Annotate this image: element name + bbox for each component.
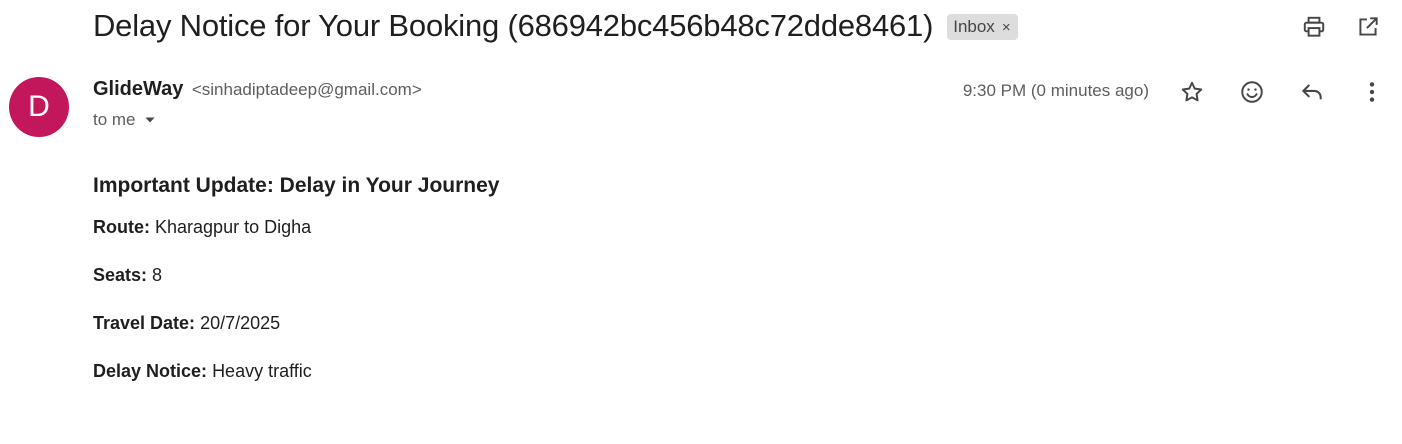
print-all-button[interactable] [1294,11,1334,43]
top-actions [1294,11,1388,43]
detail-delay-notice: Delay Notice: Heavy traffic [93,360,499,382]
reply-button[interactable] [1292,76,1332,108]
message-actions [1172,76,1392,108]
open-in-new-window-button[interactable] [1348,11,1388,43]
detail-route: Route: Kharagpur to Digha [93,216,499,238]
avatar-initial: D [28,90,50,123]
avatar[interactable]: D [9,77,69,137]
sender-line: GlideWay <sinhadiptadeep@gmail.com> [93,78,422,101]
detail-label: Delay Notice: [93,361,208,381]
recipient-details-toggle[interactable]: to me [93,110,156,130]
detail-value: Heavy traffic [212,361,312,381]
recipient-text: to me [93,110,136,129]
remove-label-button[interactable]: × [1002,19,1011,36]
detail-label: Route: [93,217,150,237]
more-options-button[interactable] [1352,76,1392,108]
open-in-new-window-icon [1359,17,1378,36]
sender-name[interactable]: GlideWay [93,78,183,100]
print-icon [1303,16,1325,37]
detail-label: Seats: [93,265,148,285]
email-subject: Delay Notice for Your Booking (686942bc4… [93,8,934,43]
timestamp: 9:30 PM (0 minutes ago) [962,81,1149,100]
more-vert-icon [1369,82,1375,102]
sender-email[interactable]: <sinhadiptadeep@gmail.com> [192,80,422,99]
star-button[interactable] [1172,76,1212,108]
detail-value: 20/7/2025 [200,313,281,333]
star-icon [1181,81,1203,102]
emoji-reaction-icon [1241,81,1263,103]
chevron-down-icon [144,114,156,126]
detail-value: 8 [152,265,163,285]
label-chip-text: Inbox [953,17,995,36]
subject-row: Delay Notice for Your Booking (686942bc4… [93,6,1018,46]
detail-seats: Seats: 8 [93,264,499,286]
detail-travel-date: Travel Date: 20/7/2025 [93,312,499,334]
email-body: Important Update: Delay in Your Journey … [93,174,499,408]
reply-icon [1302,84,1322,100]
label-chip-inbox[interactable]: Inbox × [947,14,1018,40]
detail-value: Kharagpur to Digha [155,217,312,237]
body-heading: Important Update: Delay in Your Journey [93,174,500,197]
add-reaction-button[interactable] [1232,76,1272,108]
detail-label: Travel Date: [93,313,196,333]
